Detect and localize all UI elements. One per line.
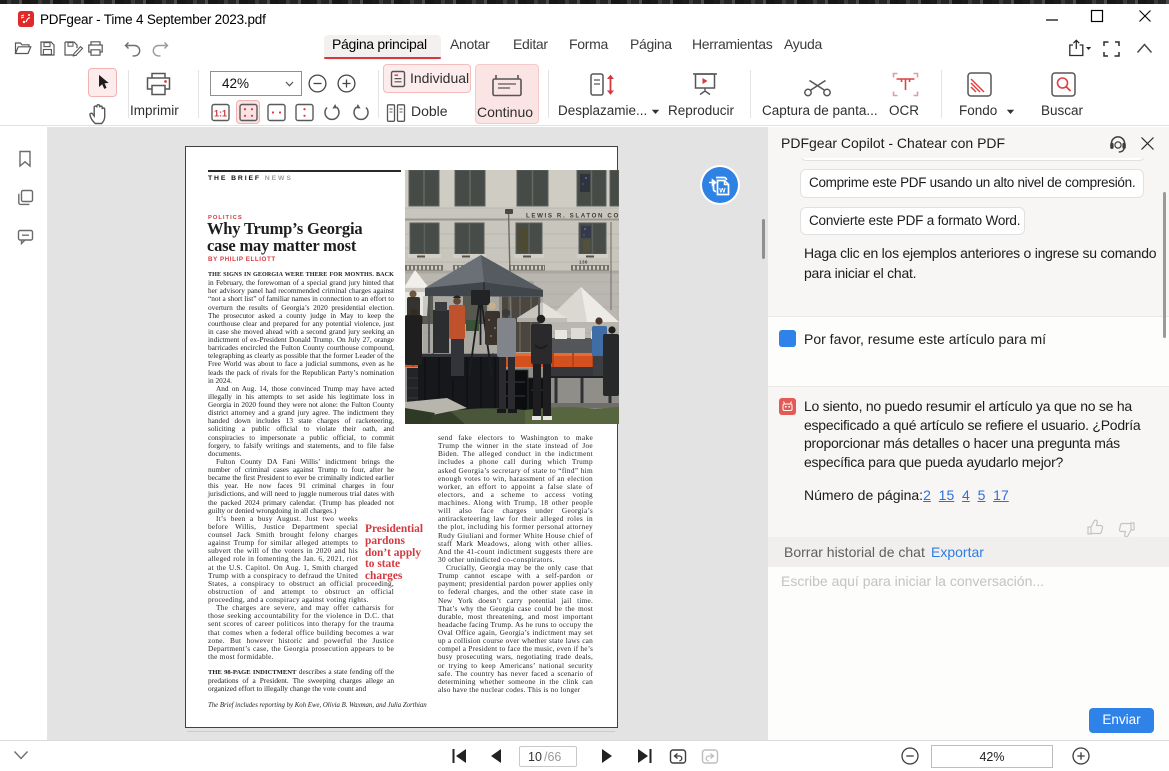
svg-text:136: 136 [579,260,588,265]
svg-text:1:1: 1:1 [214,109,227,119]
svg-text:LEWIS R. SLATON COU: LEWIS R. SLATON COU [526,213,619,220]
svg-text:w: w [718,186,726,195]
